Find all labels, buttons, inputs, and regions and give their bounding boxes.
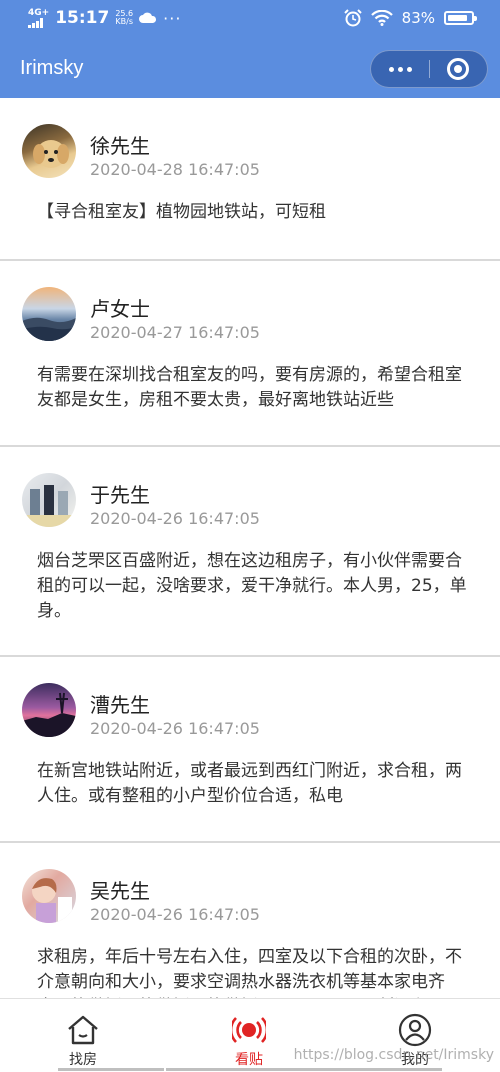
post-content: 【寻合租室友】植物园地铁站，可短租 <box>37 202 326 222</box>
tab-divider <box>332 1068 442 1071</box>
home-icon <box>68 1015 98 1045</box>
post-time: 2020-04-27 16:47:05 <box>90 323 260 342</box>
avatar[interactable] <box>22 683 76 737</box>
network-type: 4G+ <box>28 7 50 18</box>
post-time: 2020-04-26 16:47:05 <box>90 719 260 738</box>
clock: 15:17 <box>55 8 110 28</box>
post-card[interactable]: 吴先生 2020-04-26 16:47:05 求租房，年后十号左右入住，四室及… <box>0 843 500 998</box>
tab-bar: 找房 看贴 我的 https://blog.csdn.net/Irimsky <box>0 998 500 1072</box>
more-notifications-icon: ··· <box>163 8 182 28</box>
post-time: 2020-04-26 16:47:05 <box>90 905 260 924</box>
avatar[interactable] <box>22 869 76 923</box>
post-card[interactable]: 卢女士 2020-04-27 16:47:05 有需要在深圳找合租室友的吗，要有… <box>0 261 500 447</box>
network-indicator: 4G+ <box>28 7 50 28</box>
miniprogram-capsule <box>370 50 488 88</box>
battery-percent: 83% <box>401 9 435 27</box>
post-content: 求租房，年后十号左右入住，四室及以下合租的次卧，不介意朝向和大小，要求空调热水器… <box>37 947 462 998</box>
battery-icon <box>444 11 477 25</box>
tab-divider <box>166 1068 332 1071</box>
close-miniprogram-button[interactable] <box>447 58 469 80</box>
tab-label: 找房 <box>69 1052 97 1068</box>
cloud-icon <box>139 12 157 23</box>
signal-icon <box>28 17 43 28</box>
landscape-photo <box>22 317 76 341</box>
post-content: 有需要在深圳找合租室友的吗，要有房源的，希望合租室友都是女生，房租不要太贵，最好… <box>37 365 462 410</box>
people-photo <box>22 485 76 527</box>
wifi-icon <box>370 10 393 26</box>
avatar[interactable] <box>22 287 76 341</box>
avatar[interactable] <box>22 473 76 527</box>
poster-name: 徐先生 <box>90 134 150 158</box>
post-content: 烟台芝罘区百盛附近，想在这边租房子，有小伙伴需要合租的可以一起，没啥要求，爱干净… <box>37 551 467 621</box>
poster-name: 卢女士 <box>90 297 150 321</box>
tab-divider <box>58 1068 164 1071</box>
poster-name: 于先生 <box>90 483 150 507</box>
broadcast-icon <box>232 1017 266 1043</box>
network-speed: 25.6 KB/s <box>115 9 134 26</box>
avatar[interactable] <box>22 124 76 178</box>
watermark: https://blog.csdn.net/Irimsky <box>293 1047 494 1063</box>
capsule-divider <box>429 60 430 78</box>
post-card[interactable]: 漕先生 2020-04-26 16:47:05 在新宫地铁站附近，或者最远到西红… <box>0 657 500 843</box>
navigation-bar: Irimsky <box>0 40 500 98</box>
dog-photo <box>33 140 69 168</box>
poster-name: 漕先生 <box>90 693 150 717</box>
post-card[interactable]: 于先生 2020-04-26 16:47:05 烟台芝罘区百盛附近，想在这边租房… <box>0 447 500 657</box>
post-card[interactable]: 徐先生 2020-04-28 16:47:05 【寻合租室友】植物园地铁站，可短… <box>0 98 500 261</box>
more-dots-icon <box>388 66 394 72</box>
alarm-icon <box>343 9 362 27</box>
post-time: 2020-04-28 16:47:05 <box>90 160 260 179</box>
poster-name: 吴先生 <box>90 879 150 903</box>
sunset-photo <box>22 692 76 737</box>
more-button[interactable] <box>371 51 429 87</box>
post-time: 2020-04-26 16:47:05 <box>90 509 260 528</box>
post-feed[interactable]: 徐先生 2020-04-28 16:47:05 【寻合租室友】植物园地铁站，可短… <box>0 98 500 998</box>
status-bar: 4G+ 15:17 25.6 KB/s ··· 83% <box>0 0 500 40</box>
page-title: Irimsky <box>20 57 84 79</box>
tab-find-house[interactable]: 找房 <box>0 999 166 1071</box>
post-content: 在新宫地铁站附近，或者最远到西红门附近，求合租，两人住。或有整租的小户型价位合适… <box>37 761 462 806</box>
user-icon <box>398 1013 432 1047</box>
illustration-photo <box>32 878 72 923</box>
